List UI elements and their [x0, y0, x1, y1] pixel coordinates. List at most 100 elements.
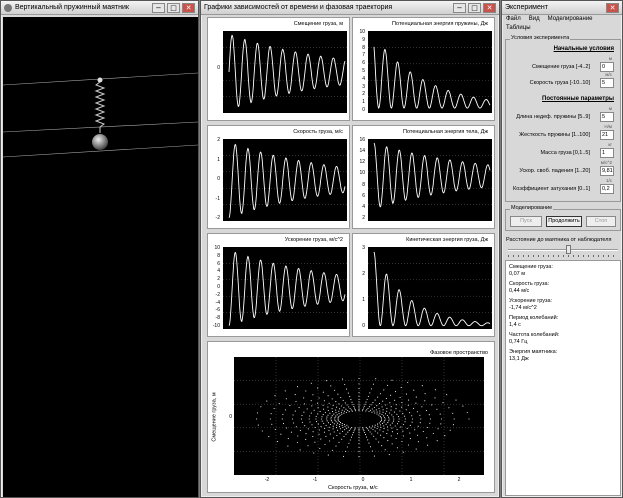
phase-point — [390, 435, 392, 437]
phase-point — [342, 399, 344, 401]
param-label: Масса груза [0,1..5] — [540, 150, 590, 156]
param-row: м/с Скорость груза [-10..10] 5 — [506, 72, 620, 90]
phase-point — [383, 421, 385, 423]
phase-point — [387, 429, 389, 431]
phase-point — [317, 407, 319, 409]
param-input[interactable]: 5 — [600, 112, 614, 122]
y-tick-label: -4 — [215, 299, 220, 306]
phase-point — [386, 414, 388, 417]
experiment-window: Эксперимент ✕ Файл Вид Моделирование Таб… — [501, 0, 623, 498]
maximize-button[interactable]: □ — [167, 3, 180, 13]
phase-point — [322, 391, 324, 393]
phase-point — [294, 394, 296, 396]
close-button[interactable]: ✕ — [182, 3, 195, 13]
phase-point — [346, 424, 348, 426]
phase-point — [322, 404, 324, 406]
distance-slider[interactable] — [508, 245, 618, 257]
param-input[interactable]: 9,81 — [600, 166, 614, 176]
stop-button[interactable]: Стоп — [586, 216, 616, 227]
y-tick-label: 4 — [362, 75, 365, 82]
time-plot-title: Скорость груза, м/с — [293, 129, 343, 135]
phase-point — [358, 407, 360, 409]
phase-point — [415, 402, 417, 404]
time-plot — [223, 31, 347, 113]
modeling-group-label: Моделирование — [510, 205, 554, 211]
slider-thumb[interactable] — [565, 245, 571, 254]
phase-point — [284, 390, 286, 392]
phase-point — [327, 422, 330, 424]
menu-tables[interactable]: Таблицы — [506, 25, 531, 31]
phase-point — [391, 379, 393, 381]
menu-view[interactable]: Вид — [529, 16, 540, 25]
phase-point — [390, 394, 392, 396]
start-button[interactable]: Пуск — [510, 216, 542, 227]
param-label: Жесткость пружины [1..100] — [519, 132, 590, 138]
phase-point — [398, 418, 400, 420]
close-button[interactable]: ✕ — [483, 3, 496, 13]
y-tick-label: 1 — [362, 99, 365, 106]
phase-point — [396, 447, 398, 449]
phase-point — [385, 397, 387, 400]
minimize-button[interactable]: − — [152, 3, 165, 13]
param-input[interactable]: 21 — [600, 130, 614, 140]
phase-point — [395, 404, 397, 406]
phase-point — [282, 413, 284, 415]
phase-point — [307, 428, 309, 430]
phase-point — [362, 427, 364, 429]
phase-point — [401, 406, 403, 408]
menu-modeling[interactable]: Моделирование — [548, 16, 593, 25]
phase-point — [326, 420, 328, 422]
phase-point — [384, 416, 386, 418]
param-input[interactable]: 5 — [600, 78, 614, 88]
param-input[interactable]: 0 — [600, 62, 614, 72]
phase-point — [358, 392, 360, 394]
y-tick-label: 5 — [362, 68, 365, 74]
series-line — [373, 142, 491, 208]
phase-point — [280, 433, 282, 435]
param-input[interactable]: 0,2 — [600, 184, 614, 194]
phase-point — [326, 416, 328, 418]
param-input[interactable]: 1 — [600, 148, 614, 158]
phase-point — [364, 403, 366, 405]
menu-file[interactable]: Файл — [506, 16, 521, 25]
output-label: Частота колебаний: — [509, 332, 560, 338]
phase-point — [260, 406, 262, 408]
phase-point — [334, 416, 336, 419]
phase-point — [310, 382, 312, 384]
phase-point — [323, 408, 325, 410]
pendulum-window-titlebar[interactable]: Вертикальный пружинный маятник − □ ✕ — [1, 1, 198, 15]
y-tick-label: -1 — [215, 195, 220, 202]
experiment-window-titlebar[interactable]: Эксперимент ✕ — [502, 1, 622, 15]
phase-point — [317, 402, 319, 404]
phase-point — [339, 408, 341, 410]
phase-point — [296, 441, 298, 444]
minimize-button[interactable]: − — [453, 3, 466, 13]
phase-point — [358, 405, 360, 407]
phase-point — [340, 411, 343, 413]
param-unit: м/с — [605, 72, 612, 77]
y-tick-label: 12 — [359, 159, 365, 166]
phase-point — [276, 441, 278, 443]
phase-point — [301, 421, 303, 423]
param-row: Н/м Жесткость пружины [1..100] 21 — [506, 124, 620, 142]
phase-point — [434, 397, 436, 399]
phase-point — [317, 413, 319, 415]
param-row: 1/с Коэффициент затухания [0..1] 0,2 — [506, 178, 620, 196]
continue-button[interactable]: Продолжить — [546, 216, 582, 227]
close-button[interactable]: ✕ — [606, 3, 619, 13]
phase-point — [402, 435, 405, 437]
phase-point — [289, 405, 291, 407]
maximize-button[interactable]: □ — [468, 3, 481, 13]
phase-point — [339, 414, 341, 416]
graphs-window-titlebar[interactable]: Графики зависимостей от времени и фазова… — [201, 1, 499, 15]
phase-point — [318, 429, 320, 431]
phase-point — [387, 422, 389, 424]
time-plot — [223, 139, 347, 221]
time-plot-title: Смещение груза, м — [293, 21, 343, 27]
time-plot-panel: Потенциальная энергия тела, Дж 16 14 12 10 8 6… — [352, 125, 495, 229]
app-icon — [4, 4, 12, 12]
phase-point — [335, 445, 337, 447]
phase-point — [314, 441, 316, 443]
phase-point — [332, 404, 334, 406]
y-tick-label: -2 — [215, 215, 220, 221]
